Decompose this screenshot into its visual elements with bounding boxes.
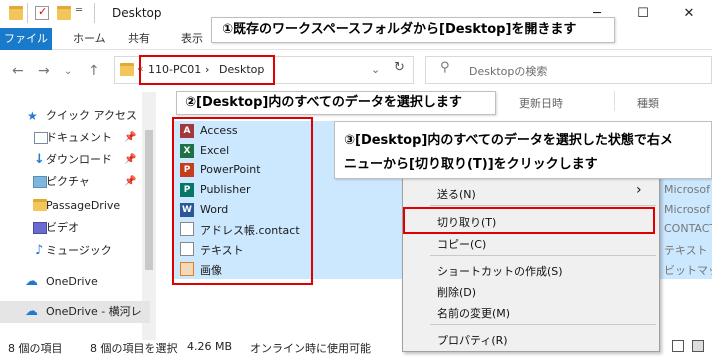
file-type: CONTACT [664, 222, 712, 235]
address-dropdown-icon[interactable]: ⌄ [371, 63, 380, 76]
search-placeholder: Desktopの検索 [469, 65, 548, 78]
callout-step3-line1: ③[Desktop]内のすべてのデータを選択した状態で右メ [344, 133, 673, 148]
nav-quick-access[interactable]: ★ クイック アクセス [0, 105, 150, 127]
nav-onedrive[interactable]: ☁ OneDrive [0, 271, 150, 293]
nav-videos[interactable]: ビデオ [0, 217, 150, 239]
highlight-cut-item [403, 207, 655, 234]
menu-item-create-shortcut[interactable]: ショートカットの作成(S) [437, 263, 563, 279]
status-selected-size: 4.26 MB [187, 340, 233, 353]
nav-label: クイック アクセス [46, 109, 137, 122]
folder-icon [33, 199, 47, 211]
cloud-icon: ☁ [25, 304, 38, 319]
menu-item-delete[interactable]: 削除(D) [437, 284, 476, 300]
up-icon[interactable]: ↑ [88, 63, 100, 79]
nav-onedrive-business[interactable]: ☁ OneDrive - 横河レ [0, 301, 150, 323]
refresh-icon[interactable]: ↻ [394, 60, 405, 75]
pin-icon: 📌 [124, 132, 137, 143]
status-item-count: 8 個の項目 [8, 342, 63, 355]
file-type: ビットマップ [664, 264, 712, 277]
properties-icon[interactable]: ✓ [35, 5, 49, 20]
recent-dropdown-icon[interactable]: ⌄ [64, 66, 72, 77]
column-header-date[interactable]: 更新日時 [519, 95, 563, 111]
submenu-arrow-icon: › [636, 182, 642, 198]
back-icon[interactable]: ← [12, 63, 24, 79]
column-divider [614, 91, 615, 111]
callout-step2: ②[Desktop]内のすべてのデータを選択します [176, 91, 496, 115]
star-icon: ★ [27, 109, 38, 123]
menu-item-copy[interactable]: コピー(C) [437, 236, 486, 252]
tab-view[interactable]: 表示 [181, 28, 203, 50]
nav-label: ビデオ [46, 221, 79, 234]
file-type: Microsof [664, 203, 710, 216]
forward-icon[interactable]: → [38, 63, 50, 79]
status-selected-count: 8 個の項目を選択 [90, 342, 178, 355]
callout-step1: ①既存のワークスペースフォルダから[Desktop]を開きます [211, 17, 615, 43]
maximize-button[interactable]: ☐ [620, 0, 666, 28]
explorer-window: ✓ ═ Desktop ─ ☐ ✕ ファイル ホーム 共有 表示 ← → ⌄ ↑… [0, 0, 712, 357]
menu-item-send-to[interactable]: 送る(N) [437, 186, 476, 202]
nav-label: ピクチャ [46, 175, 90, 188]
nav-label: OneDrive - 横河レ [46, 305, 142, 318]
window-title: Desktop [112, 6, 162, 20]
callout-step3: ③[Desktop]内のすべてのデータを選択した状態で右メ ニューから[切り取り… [334, 121, 712, 179]
menu-separator [430, 205, 656, 206]
cloud-icon: ☁ [25, 274, 38, 289]
nav-label: ドキュメント [46, 131, 112, 144]
nav-label: PassageDrive [46, 199, 121, 212]
divider [94, 3, 95, 23]
close-button[interactable]: ✕ [666, 0, 712, 28]
menu-separator [430, 324, 656, 325]
highlight-selected-files [172, 117, 313, 285]
download-icon: ↓ [34, 152, 45, 167]
document-icon [34, 132, 48, 144]
file-type: テキスト ド [664, 244, 712, 257]
nav-label: ミュージック [46, 244, 112, 257]
new-folder-icon[interactable] [57, 6, 71, 20]
video-icon [33, 222, 47, 234]
folder-icon [120, 63, 134, 76]
status-availability: オンライン時に使用可能 [250, 342, 371, 355]
details-view-icon[interactable] [672, 340, 684, 352]
pictures-icon [33, 176, 47, 188]
search-icon: ⚲ [440, 60, 450, 75]
menu-item-rename[interactable]: 名前の変更(M) [437, 305, 510, 321]
column-header-type[interactable]: 種類 [637, 95, 659, 111]
nav-label: ダウンロード [46, 153, 112, 166]
nav-label: OneDrive [46, 275, 98, 288]
customize-toolbar-icon[interactable]: ═ [76, 5, 82, 16]
nav-music[interactable]: ♪ ミュージック [0, 240, 150, 262]
menu-item-properties[interactable]: プロパティ(R) [437, 332, 508, 348]
folder-icon [9, 6, 23, 20]
menu-separator [430, 255, 656, 256]
pin-icon: 📌 [124, 154, 137, 165]
pin-icon: 📌 [124, 176, 137, 187]
nav-passagedrive[interactable]: PassageDrive [0, 195, 150, 217]
tab-file[interactable]: ファイル [0, 28, 52, 50]
large-icons-view-icon[interactable] [692, 340, 704, 352]
music-icon: ♪ [35, 243, 44, 258]
tab-share[interactable]: 共有 [128, 28, 150, 50]
file-type: Microsof [664, 183, 710, 196]
callout-step3-line2: ニューから[切り取り(T)]をクリックします [344, 157, 598, 172]
highlight-desktop-breadcrumb [139, 55, 275, 85]
tab-home[interactable]: ホーム [73, 28, 106, 50]
divider [27, 3, 28, 23]
